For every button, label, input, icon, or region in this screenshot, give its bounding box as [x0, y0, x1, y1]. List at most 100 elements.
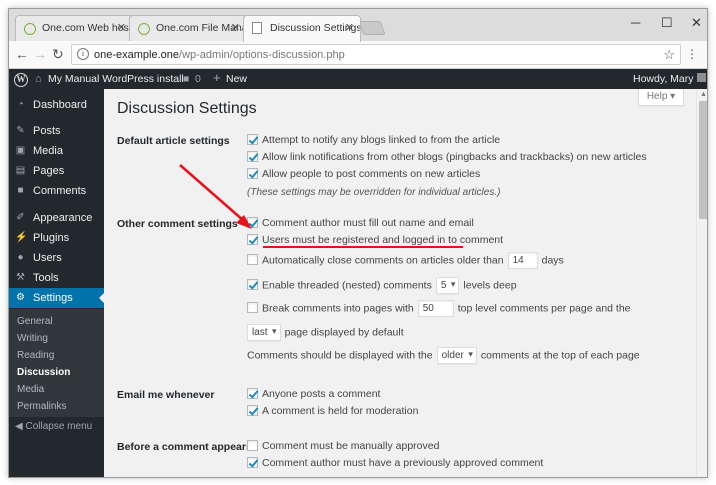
tab-discussion-settings[interactable]: Discussion Settings ‹ My ✕: [243, 15, 361, 42]
dashboard-icon: ◔: [17, 99, 24, 110]
close-tab-icon[interactable]: ✕: [345, 21, 354, 34]
checkbox-checked[interactable]: [247, 388, 258, 399]
sidebar-item-appearance[interactable]: ✐ Appearance: [9, 208, 104, 228]
comment-bubble-icon[interactable]: ■: [183, 73, 189, 85]
sidebar-item-users[interactable]: ● Users: [9, 248, 104, 268]
tab-strip: One.com Web hosting ✕ One.com File Manag…: [9, 9, 707, 42]
close-window-icon[interactable]: ✕: [691, 15, 702, 31]
sidebar-item-comments[interactable]: ■ Comments: [9, 181, 104, 201]
submenu-media[interactable]: Media: [17, 384, 44, 395]
option-comment-order: Comments should be displayed with the old…: [247, 347, 640, 364]
highlight-underline: [263, 246, 463, 248]
option-auto-close[interactable]: Automatically close comments on articles…: [247, 252, 564, 269]
option-threaded-comments[interactable]: Enable threaded (nested) comments5levels…: [247, 277, 517, 294]
wrench-icon: ⚒: [16, 272, 25, 283]
browser-menu-icon[interactable]: ⋮: [686, 47, 698, 61]
checkbox-checked[interactable]: [247, 279, 258, 291]
checkbox-unchecked[interactable]: [247, 254, 258, 266]
close-tab-icon[interactable]: ✕: [231, 21, 240, 34]
checkbox-unchecked[interactable]: [247, 302, 258, 314]
url-text: one-example.one/wp-admin/options-discuss…: [94, 49, 345, 61]
pin-icon: ✎: [16, 125, 25, 136]
annotation-arrow-icon: [179, 164, 252, 229]
thread-depth-select[interactable]: 5: [435, 277, 460, 294]
forward-arrow-icon[interactable]: →: [33, 46, 47, 62]
info-icon[interactable]: i: [77, 48, 89, 60]
minimize-icon[interactable]: ─: [631, 15, 640, 30]
submenu-discussion[interactable]: Discussion: [17, 367, 70, 378]
scroll-up-icon[interactable]: ▲: [700, 91, 707, 98]
home-icon[interactable]: ⌂: [35, 73, 42, 85]
page-icon: ▤: [15, 165, 26, 176]
new-tab-button[interactable]: [358, 21, 386, 35]
option-link-notifications[interactable]: Allow link notifications from other blog…: [247, 151, 647, 163]
submenu-permalinks[interactable]: Permalinks: [17, 401, 66, 412]
sidebar-item-dashboard[interactable]: ◔ Dashboard: [9, 95, 104, 115]
plugin-icon: ⚡: [15, 232, 28, 243]
address-bar: ← → ↻ i one-example.one/wp-admin/options…: [9, 41, 707, 69]
sidebar-item-posts[interactable]: ✎ Posts: [9, 121, 104, 141]
close-days-input[interactable]: 14: [507, 252, 538, 269]
site-name-link[interactable]: My Manual WordPress install: [48, 73, 184, 85]
option-notify-blogs[interactable]: Attempt to notify any blogs linked to fr…: [247, 134, 500, 146]
back-arrow-icon[interactable]: ←: [15, 46, 29, 62]
help-button[interactable]: Help ▾: [638, 89, 684, 106]
option-registered-users[interactable]: Users must be registered and logged in t…: [247, 234, 503, 246]
option-email-any-comment[interactable]: Anyone posts a comment: [247, 388, 380, 400]
onecom-favicon-icon: [24, 23, 36, 35]
main-content: Help ▾ Discussion Settings Default artic…: [104, 89, 696, 477]
tab-filemanager[interactable]: One.com File Manager ✕: [129, 15, 247, 41]
settings-icon: ⚙: [16, 292, 25, 303]
wordpress-logo-icon[interactable]: W: [14, 73, 28, 87]
option-manual-approval[interactable]: Comment must be manually approved: [247, 440, 439, 452]
close-tab-icon[interactable]: ✕: [117, 21, 126, 34]
plus-icon[interactable]: +: [213, 70, 221, 85]
vertical-scrollbar[interactable]: ▲: [696, 89, 707, 477]
brush-icon: ✐: [16, 212, 25, 223]
sidebar-item-pages[interactable]: ▤ Pages: [9, 161, 104, 181]
comment-icon: ■: [17, 185, 24, 196]
checkbox-checked[interactable]: [247, 405, 258, 416]
submenu-reading[interactable]: Reading: [17, 350, 54, 361]
page-title: Discussion Settings: [117, 100, 257, 117]
comment-order-select[interactable]: older: [436, 347, 477, 364]
checkbox-unchecked[interactable]: [247, 440, 258, 451]
comments-per-page-input[interactable]: 50: [417, 300, 454, 317]
override-note: (These settings may be overridden for in…: [247, 187, 501, 198]
section-label-before-comment: Before a comment appears: [117, 441, 252, 453]
checkbox-checked[interactable]: [247, 457, 258, 468]
option-break-pages[interactable]: Break comments into pages with 50 top leve…: [247, 300, 631, 317]
checkbox-checked[interactable]: [247, 134, 258, 145]
reload-icon[interactable]: ↻: [52, 46, 64, 63]
comments-count[interactable]: 0: [195, 73, 201, 85]
section-label-default-article: Default article settings: [117, 135, 230, 147]
section-label-email-me: Email me whenever: [117, 389, 215, 401]
url-input[interactable]: i one-example.one/wp-admin/options-discu…: [71, 44, 681, 65]
wp-admin-bar: W ⌂ My Manual WordPress install ■ 0 + Ne…: [9, 69, 707, 89]
new-link[interactable]: New: [226, 73, 247, 85]
admin-sidebar: ◔ Dashboard ✎ Posts ▣ Media ▤ Pages ■ Comment…: [9, 89, 104, 477]
browser-window: One.com Web hosting ✕ One.com File Manag…: [8, 8, 708, 478]
sidebar-item-settings[interactable]: ⚙ Settings: [9, 288, 104, 308]
default-page-select[interactable]: last: [247, 324, 281, 341]
option-allow-comments[interactable]: Allow people to post comments on new art…: [247, 168, 480, 180]
option-email-moderation[interactable]: A comment is held for moderation: [247, 405, 418, 417]
sidebar-item-plugins[interactable]: ⚡ Plugins: [9, 228, 104, 248]
page-favicon-icon: [252, 22, 262, 34]
option-previously-approved[interactable]: Comment author must have a previously ap…: [247, 457, 543, 469]
settings-submenu: General Writing Reading Discussion Media…: [9, 309, 104, 417]
howdy-user[interactable]: Howdy, Mary: [633, 73, 693, 85]
collapse-arrow-icon: ◀: [15, 421, 23, 432]
bookmark-star-icon[interactable]: ☆: [663, 47, 675, 63]
maximize-icon[interactable]: ☐: [661, 15, 673, 31]
avatar[interactable]: [697, 73, 706, 82]
option-default-page: lastpage displayed by default: [247, 324, 404, 341]
tab-webhosting[interactable]: One.com Web hosting ✕: [15, 15, 133, 41]
option-author-name-email[interactable]: Comment author must fill out name and em…: [247, 217, 474, 229]
sidebar-item-media[interactable]: ▣ Media: [9, 141, 104, 161]
sidebar-item-tools[interactable]: ⚒ Tools: [9, 268, 104, 288]
scrollbar-thumb[interactable]: [699, 101, 707, 219]
submenu-writing[interactable]: Writing: [17, 333, 48, 344]
collapse-menu-button[interactable]: ◀ Collapse menu: [15, 421, 92, 432]
submenu-general[interactable]: General: [17, 316, 53, 327]
